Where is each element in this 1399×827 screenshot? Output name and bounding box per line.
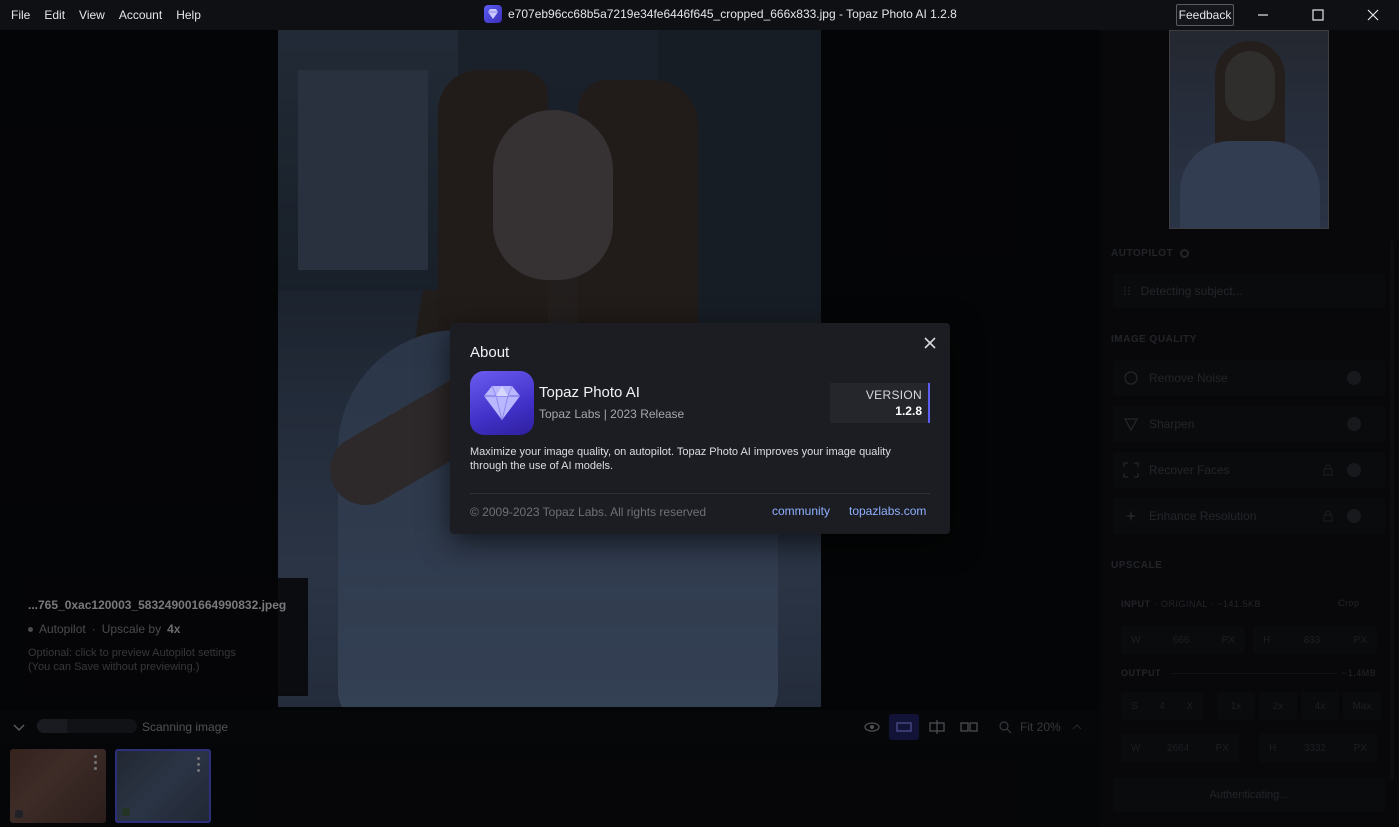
product-logo-icon: [470, 371, 534, 435]
app-logo-icon: [484, 5, 502, 23]
dialog-close-button[interactable]: [922, 335, 938, 351]
minimize-button[interactable]: [1240, 0, 1286, 30]
copyright-text: © 2009-2023 Topaz Labs. All rights reser…: [470, 505, 707, 519]
version-label: VERSION: [865, 388, 922, 402]
product-name: Topaz Photo AI: [539, 384, 640, 401]
title-bar: File Edit View Account Help e707eb96cc68…: [0, 0, 1399, 30]
product-meta: Topaz Labs | 2023 Release: [539, 407, 685, 421]
close-icon: [1367, 9, 1379, 21]
feedback-button[interactable]: Feedback: [1176, 4, 1234, 26]
window-title: e707eb96cc68b5a7219e34fe6446f645_cropped…: [484, 5, 957, 23]
version-box: VERSION 1.2.8: [830, 383, 930, 423]
maximize-button[interactable]: [1295, 0, 1341, 30]
version-number: 1.2.8: [895, 404, 922, 418]
menu-bar: File Edit View Account Help: [0, 0, 208, 30]
community-link[interactable]: community: [772, 504, 830, 518]
close-window-button[interactable]: [1350, 0, 1396, 30]
window-title-text: e707eb96cc68b5a7219e34fe6446f645_cropped…: [508, 7, 957, 21]
menu-edit[interactable]: Edit: [37, 0, 72, 30]
website-link[interactable]: topazlabs.com: [849, 504, 926, 518]
about-dialog: About Topaz Photo AI Topaz Labs | 2023 R…: [450, 323, 950, 534]
close-icon: [924, 337, 936, 349]
menu-file[interactable]: File: [4, 0, 37, 30]
menu-view[interactable]: View: [72, 0, 112, 30]
dialog-title: About: [470, 344, 510, 361]
product-description: Maximize your image quality, on autopilo…: [470, 446, 891, 472]
maximize-icon: [1312, 9, 1324, 21]
minimize-icon: [1258, 14, 1268, 16]
menu-account[interactable]: Account: [112, 0, 169, 30]
dialog-divider: [470, 493, 930, 494]
menu-help[interactable]: Help: [169, 0, 208, 30]
